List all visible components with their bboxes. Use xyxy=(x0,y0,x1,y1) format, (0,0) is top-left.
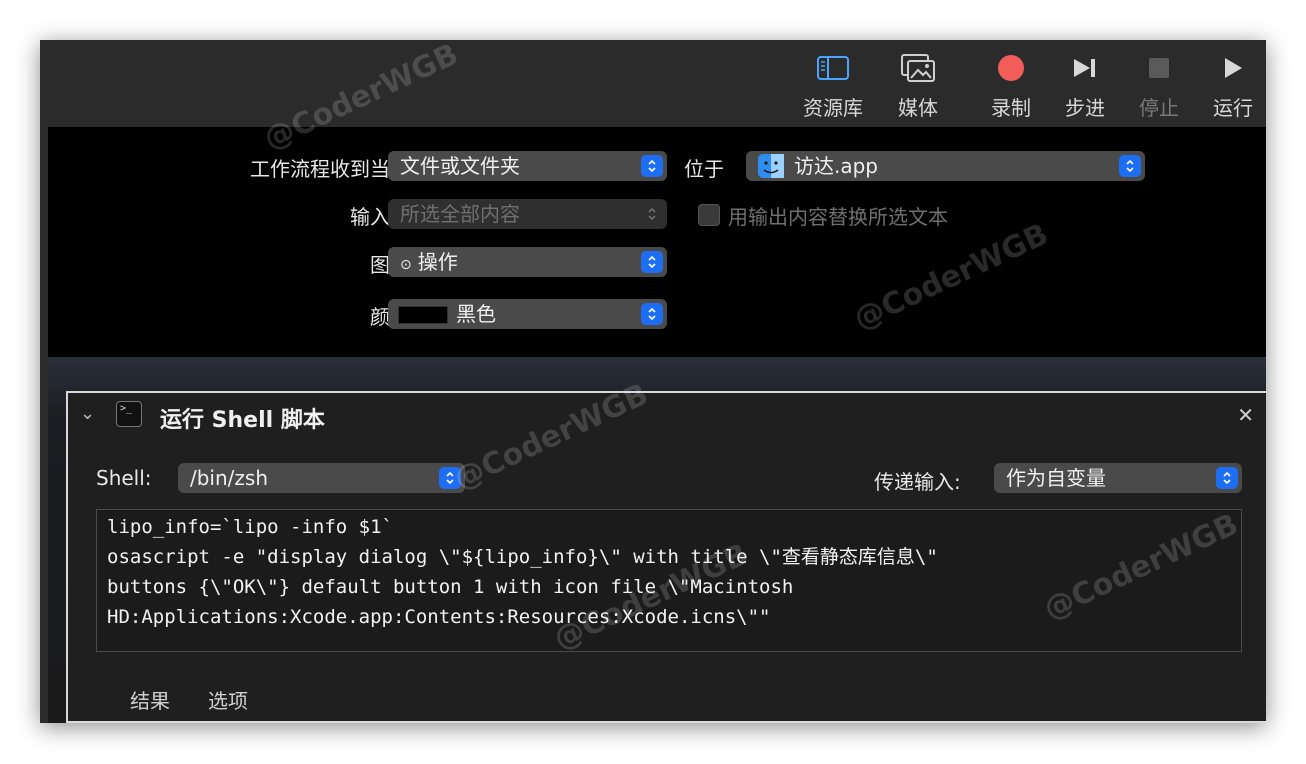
updown-chevron-icon xyxy=(641,203,663,225)
terminal-icon: >_ xyxy=(116,401,142,427)
image-popup[interactable]: ⊙ 操作 xyxy=(388,247,667,277)
run-button[interactable]: 运行 xyxy=(1198,48,1266,121)
library-label: 资源库 xyxy=(803,96,863,120)
replace-checkbox[interactable] xyxy=(698,204,720,226)
pass-input-popup[interactable]: 作为自变量 xyxy=(994,463,1242,493)
stop-icon xyxy=(1149,58,1169,78)
run-label: 运行 xyxy=(1213,96,1253,120)
image-value: 操作 xyxy=(417,250,458,274)
close-icon[interactable]: ✕ xyxy=(1237,403,1254,427)
receives-value: 文件或文件夹 xyxy=(400,154,520,178)
record-label: 录制 xyxy=(991,96,1031,120)
input-popup[interactable]: 所选全部内容 xyxy=(388,199,667,229)
receives-label: 工作流程收到当前 xyxy=(250,157,410,181)
step-label: 步进 xyxy=(1065,96,1105,120)
tab-results[interactable]: 结果 xyxy=(130,685,170,714)
updown-chevron-icon xyxy=(641,251,663,273)
color-label: 颜色 xyxy=(248,301,410,330)
code-line: lipo_info=`lipo -info $1` xyxy=(107,516,393,538)
media-label: 媒体 xyxy=(898,96,938,120)
shell-popup[interactable]: /bin/zsh xyxy=(178,463,465,493)
color-swatch xyxy=(398,306,448,324)
script-editor[interactable]: lipo_info=`lipo -info $1` osascript -e "… xyxy=(96,509,1242,652)
workflow-settings: 工作流程收到当前 文件或文件夹 位于 访达.app 输入为 所选全部内容 用输出… xyxy=(48,127,1266,357)
image-label: 图像 xyxy=(248,249,410,278)
stop-button[interactable]: 停止 xyxy=(1124,48,1194,121)
updown-chevron-icon xyxy=(641,155,663,177)
color-popup[interactable]: 黑色 xyxy=(388,299,667,329)
receives-popup[interactable]: 文件或文件夹 xyxy=(388,151,667,181)
step-button[interactable]: 步进 xyxy=(1050,48,1120,121)
updown-chevron-icon xyxy=(1216,467,1238,489)
input-value: 所选全部内容 xyxy=(400,202,520,226)
in-value: 访达.app xyxy=(794,154,879,178)
toolbar: 资源库 媒体 录制 步进 停止 运行 xyxy=(40,40,1266,127)
finder-icon xyxy=(758,154,784,186)
stop-label: 停止 xyxy=(1139,96,1179,120)
input-label: 输入为 xyxy=(350,205,410,229)
code-line: osascript -e "display dialog \"${lipo_in… xyxy=(107,546,938,568)
record-button[interactable]: 录制 xyxy=(976,48,1046,121)
code-line: HD:Applications:Xcode.app:Contents:Resou… xyxy=(107,606,771,628)
updown-chevron-icon xyxy=(641,303,663,325)
record-icon xyxy=(998,55,1024,81)
pass-input-label: 传递输入: xyxy=(874,470,961,494)
library-button[interactable]: 资源库 xyxy=(798,48,868,121)
sidebar-icon xyxy=(817,56,849,80)
code-line: buttons {\"OK\"} default button 1 with i… xyxy=(107,576,794,598)
photos-icon xyxy=(901,54,935,82)
tab-options[interactable]: 选项 xyxy=(208,685,248,714)
action-title: 运行 Shell 脚本 xyxy=(160,408,325,433)
in-label: 位于 xyxy=(684,157,724,181)
sidebar-edge xyxy=(40,127,48,723)
color-value: 黑色 xyxy=(456,302,496,326)
replace-label: 用输出内容替换所选文本 xyxy=(728,205,948,229)
in-popup[interactable]: 访达.app xyxy=(746,151,1145,181)
action-circle-icon: ⊙ xyxy=(400,257,412,273)
step-forward-icon xyxy=(1074,59,1095,77)
run-shell-action: ⌄ >_ 运行 Shell 脚本 ✕ Shell: /bin/zsh 传递输入:… xyxy=(66,391,1266,723)
pass-input-value: 作为自变量 xyxy=(1006,466,1106,490)
updown-chevron-icon xyxy=(439,467,461,489)
updown-chevron-icon xyxy=(1119,155,1141,177)
shell-label: Shell: xyxy=(96,466,152,490)
shell-value: /bin/zsh xyxy=(190,466,268,490)
chevron-down-icon[interactable]: ⌄ xyxy=(80,403,95,424)
play-icon xyxy=(1225,58,1242,78)
media-button[interactable]: 媒体 xyxy=(883,48,953,121)
automator-window: 资源库 媒体 录制 步进 停止 运行 工作流程收到当前 文件或文件夹 位于 访达… xyxy=(40,40,1266,723)
